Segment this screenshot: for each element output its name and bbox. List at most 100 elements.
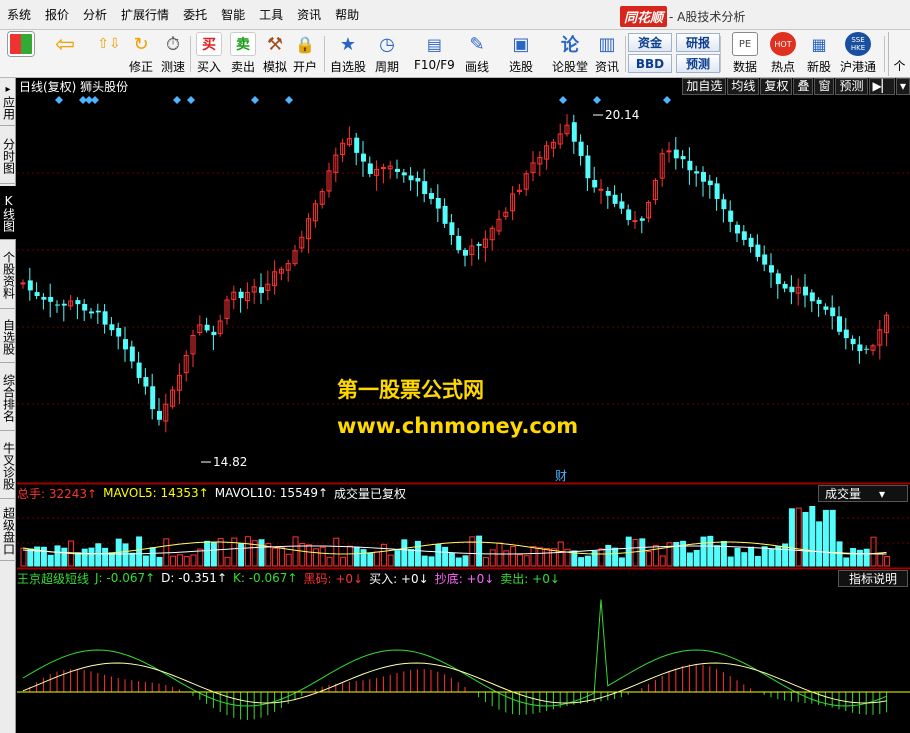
volume-ma5: MAVOL5: 14353↑ bbox=[103, 486, 209, 500]
left-tab-7[interactable]: 超级盘口 bbox=[0, 501, 16, 561]
candle-body bbox=[605, 191, 611, 196]
volume-bar bbox=[102, 547, 109, 567]
toolbar-button-资讯[interactable]: ▥ 资讯 bbox=[594, 32, 620, 76]
toolbar-button-新股[interactable]: ▦ 新股 bbox=[806, 32, 832, 76]
volume-bar bbox=[537, 547, 544, 567]
volume-bar bbox=[843, 557, 850, 567]
volume-bar bbox=[156, 556, 163, 567]
toolbar-button-模拟[interactable]: ⚒ 模拟 bbox=[262, 32, 288, 76]
left-tab-4[interactable]: 自选股 bbox=[0, 311, 16, 363]
candle-body bbox=[143, 377, 149, 387]
candle-body bbox=[123, 339, 128, 350]
toolbar-button-热点[interactable]: HOT 热点 bbox=[770, 32, 796, 76]
volume-bar bbox=[476, 535, 483, 567]
signal-diamond bbox=[559, 96, 567, 104]
left-tab-1[interactable]: 分时图 bbox=[0, 128, 16, 184]
candle-body bbox=[27, 280, 33, 291]
volume-indicator-select[interactable]: 成交量 ▾ bbox=[818, 485, 908, 502]
low-price-label: 14.82 bbox=[213, 455, 247, 469]
toolbar-button-画线[interactable]: ✎ 画线 bbox=[464, 32, 490, 76]
candle-body bbox=[415, 178, 421, 182]
toolbar-label: 修正 bbox=[128, 60, 153, 74]
candle-body bbox=[211, 331, 217, 336]
candle-body bbox=[762, 254, 768, 265]
left-tab-label: 个股资料 bbox=[1, 251, 16, 299]
volume-bar bbox=[210, 541, 217, 567]
volume-bar bbox=[578, 557, 585, 567]
candle-body bbox=[435, 197, 441, 209]
volume-bar bbox=[176, 554, 183, 567]
indicator-buy: 买入: +0↓ bbox=[369, 571, 429, 586]
toolbar-overflow[interactable]: 个 bbox=[888, 32, 910, 76]
menu-item-1[interactable]: 报价 bbox=[38, 0, 76, 30]
candle-body bbox=[619, 201, 625, 209]
toolbar-button-买入[interactable]: 买买入 bbox=[196, 32, 222, 76]
candle-body bbox=[666, 150, 672, 153]
volume-bar bbox=[605, 544, 612, 567]
indicator-help-button[interactable]: 指标说明 bbox=[838, 570, 908, 587]
volume-bar bbox=[360, 549, 367, 567]
toolbar-button-back-arrow[interactable]: ⇦ bbox=[52, 30, 78, 76]
menu-item-4[interactable]: 委托 bbox=[176, 0, 214, 30]
toolbar-button-周期[interactable]: ◷ 周期 bbox=[374, 32, 400, 76]
menu-item-3[interactable]: 扩展行情 bbox=[114, 0, 176, 30]
volume-bar bbox=[544, 548, 551, 567]
candle-body bbox=[429, 193, 434, 199]
menu-item-2[interactable]: 分析 bbox=[76, 0, 114, 30]
menu-item-7[interactable]: 资讯 bbox=[290, 0, 328, 30]
toolbar-small-button-2[interactable]: 研报 bbox=[676, 33, 720, 52]
volume-bar bbox=[387, 554, 394, 567]
menu-item-6[interactable]: 工具 bbox=[252, 0, 290, 30]
toolbar-button-数据[interactable]: PE 数据 bbox=[732, 32, 758, 76]
toolbar-button-测速[interactable]: ⏱ 测速 bbox=[160, 32, 186, 76]
toolbar-button-F10/F9[interactable]: ▤ F10/F9 bbox=[414, 32, 455, 76]
left-tab-6[interactable]: 牛叉诊股 bbox=[0, 433, 16, 499]
toolbar-button-修正[interactable]: ↻ 修正 bbox=[128, 32, 154, 76]
toolbar-button-选股[interactable]: ▣ 选股 bbox=[508, 32, 534, 76]
toolbar-button-卖出[interactable]: 卖卖出 bbox=[230, 32, 256, 76]
candle-body bbox=[109, 324, 115, 331]
toolbar-small-button-3[interactable]: 预测 bbox=[676, 54, 720, 73]
toolbar-button-沪港通[interactable]: SSE HKE 沪港通 bbox=[840, 32, 876, 76]
menu-item-0[interactable]: 系统 bbox=[0, 0, 38, 30]
volume-bar bbox=[136, 536, 143, 567]
volume-bar bbox=[149, 547, 156, 567]
candle-body bbox=[680, 156, 686, 160]
toolbar-button-up-down-arrows[interactable]: ⇧⇩ bbox=[96, 32, 122, 76]
toolbar-button-开户[interactable]: 🔒 开户 bbox=[292, 32, 318, 76]
volume-bar bbox=[700, 536, 707, 567]
volume-bar bbox=[469, 536, 476, 567]
left-tab-0[interactable]: ▸ 应用 bbox=[0, 78, 16, 126]
left-tab-2[interactable]: K线图 bbox=[0, 186, 16, 240]
candle-body bbox=[626, 209, 632, 220]
toolbar-button-layout-grid[interactable] bbox=[8, 32, 34, 76]
volume-bar bbox=[95, 543, 102, 567]
volume-bar bbox=[557, 541, 564, 567]
candle-body bbox=[585, 155, 591, 179]
candle-body bbox=[116, 327, 122, 337]
left-tab-5[interactable]: 综合排名 bbox=[0, 365, 16, 431]
kline-chart[interactable]: 20.14 14.82 财 bbox=[17, 78, 910, 733]
toolbar-small-button-0[interactable]: 资金 bbox=[628, 33, 672, 52]
volume-bar bbox=[142, 555, 149, 567]
volume-bar bbox=[401, 539, 408, 567]
volume-bar bbox=[516, 554, 523, 567]
toolbar-small-button-1[interactable]: BBD bbox=[628, 54, 672, 73]
indicator-sell: 卖出: +0↓ bbox=[500, 571, 560, 586]
volume-bar bbox=[20, 547, 27, 567]
volume-bar bbox=[129, 552, 136, 567]
toolbar-button-论股堂[interactable]: 论论股堂 bbox=[552, 32, 588, 76]
toolbar-label: 论股堂 bbox=[552, 60, 589, 74]
menu-item-5[interactable]: 智能 bbox=[214, 0, 252, 30]
left-tab-3[interactable]: 个股资料 bbox=[0, 242, 16, 309]
volume-bar bbox=[74, 552, 81, 567]
toolbar-label: 新股 bbox=[806, 60, 831, 74]
toolbar-button-自选股[interactable]: ★ 自选股 bbox=[330, 32, 366, 76]
volume-bar bbox=[54, 545, 61, 567]
volume-bar bbox=[462, 555, 469, 567]
menu-item-8[interactable]: 帮助 bbox=[328, 0, 366, 30]
news-icon: ▥ bbox=[598, 33, 616, 55]
signal-diamond bbox=[55, 96, 63, 104]
volume-bar bbox=[822, 509, 829, 567]
toolbar-label: 开户 bbox=[292, 60, 317, 74]
